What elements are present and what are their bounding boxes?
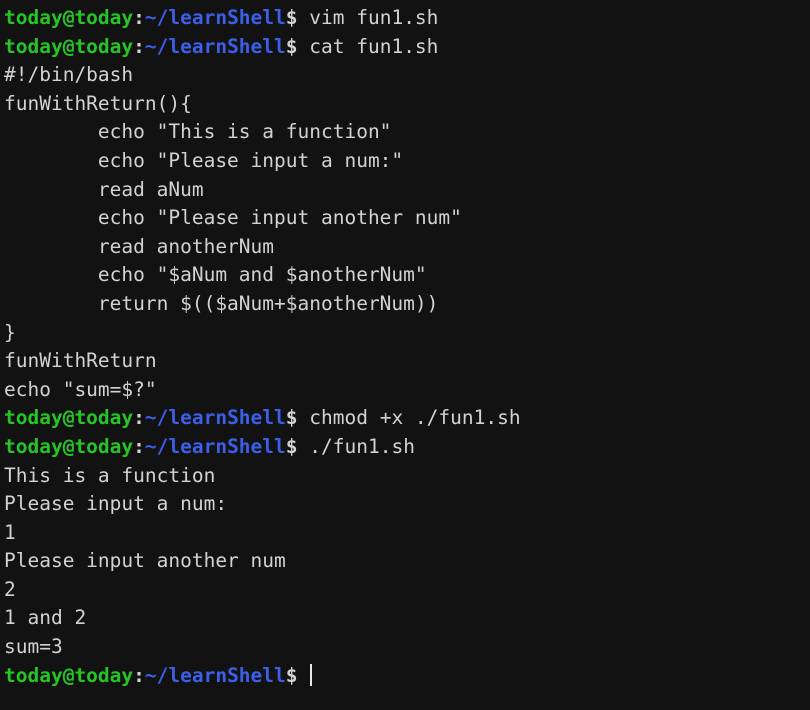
terminal-command-text: vim fun1.sh [297, 6, 439, 29]
prompt-sigil: $ [285, 6, 298, 29]
prompt-sigil: $ [285, 34, 298, 58]
terminal-prompt-line: today@today:~/learnShell$ cat fun1.sh [4, 33, 810, 62]
terminal-output-text: read anotherNum [4, 234, 275, 258]
terminal-output-line: echo "sum=$?" [4, 376, 810, 405]
terminal-output-line: 1 [4, 519, 810, 548]
prompt-user-host: today@today [4, 6, 134, 29]
terminal-prompt-line: today@today:~/learnShell$ [4, 662, 810, 691]
terminal-output-line: sum=3 [4, 633, 810, 662]
terminal-command-text: cat fun1.sh [297, 34, 439, 58]
terminal-cursor [310, 663, 313, 686]
terminal-output-line: echo "$aNum and $anotherNum" [4, 261, 810, 290]
prompt-separator: : [133, 406, 145, 430]
terminal-output-line: funWithReturn(){ [4, 90, 810, 119]
terminal-output-line: echo "Please input a num:" [4, 147, 810, 176]
terminal-output-line: echo "This is a function" [4, 118, 810, 147]
terminal-output-line: 2 [4, 576, 810, 605]
prompt-sigil: $ [285, 663, 298, 687]
terminal-output-text: sum=3 [4, 635, 63, 659]
prompt-sigil: $ [285, 434, 298, 458]
prompt-separator: : [133, 663, 145, 687]
terminal-output-text: funWithReturn(){ [4, 91, 192, 115]
terminal-output-line: } [4, 319, 810, 348]
terminal-output-text: #!/bin/bash [4, 63, 134, 87]
terminal-output-line: echo "Please input another num" [4, 204, 810, 233]
terminal-output-line: funWithReturn [4, 347, 810, 376]
prompt-path: ~/learnShell [144, 434, 286, 458]
prompt-path: ~/learnShell [144, 6, 286, 29]
terminal-output-text: Please input a num: [4, 492, 228, 516]
terminal-output-text: return $(($aNum+$anotherNum)) [4, 291, 439, 315]
terminal-output-line: Please input a num: [4, 490, 810, 519]
terminal-output-line: Please input another num [4, 547, 810, 576]
terminal-output-text: Please input another num [4, 549, 286, 573]
terminal-output-line: #!/bin/bash [4, 61, 810, 90]
prompt-user-host: today@today [4, 434, 134, 458]
terminal-prompt-line: today@today:~/learnShell$ vim fun1.sh [4, 4, 810, 33]
terminal-window[interactable]: today@today:~/learnShell$ vim fun1.sh tod… [0, 0, 810, 710]
terminal-output-line: read aNum [4, 176, 810, 205]
terminal-output-text: echo "Please input a num:" [4, 148, 404, 172]
prompt-path: ~/learnShell [144, 34, 286, 58]
terminal-output-text: 2 [4, 577, 16, 601]
prompt-user-host: today@today [4, 406, 134, 430]
terminal-output-line: 1 and 2 [4, 604, 810, 633]
terminal-command-text: chmod +x ./fun1.sh [297, 406, 521, 430]
terminal-output-text: } [4, 320, 16, 344]
terminal-prompt-line: today@today:~/learnShell$ ./fun1.sh [4, 433, 810, 462]
terminal-prompt-line: today@today:~/learnShell$ chmod +x ./fun… [4, 404, 810, 433]
terminal-output-text: echo "This is a function" [4, 120, 392, 144]
terminal-output-text: echo "Please input another num" [4, 206, 462, 230]
terminal-output-text: This is a function [4, 463, 216, 487]
terminal-output-text: echo "sum=$?" [4, 377, 157, 401]
prompt-separator: : [133, 34, 145, 58]
prompt-separator: : [133, 434, 145, 458]
terminal-output-text: echo "$aNum and $anotherNum" [4, 263, 427, 287]
prompt-separator: : [133, 6, 145, 29]
prompt-sigil: $ [285, 406, 298, 430]
prompt-user-host: today@today [4, 663, 134, 687]
prompt-path: ~/learnShell [144, 406, 286, 430]
terminal-command-text [298, 664, 310, 687]
prompt-path: ~/learnShell [144, 663, 286, 687]
terminal-command-text: ./fun1.sh [297, 434, 415, 458]
terminal-output-line: return $(($aNum+$anotherNum)) [4, 290, 810, 319]
terminal-output-text: 1 and 2 [4, 606, 87, 630]
terminal-output-line: This is a function [4, 462, 810, 491]
terminal-output-text: read aNum [4, 177, 204, 201]
terminal-output-text: funWithReturn [4, 349, 157, 373]
terminal-output-text: 1 [4, 520, 16, 544]
prompt-user-host: today@today [4, 34, 134, 58]
terminal-output-line: read anotherNum [4, 233, 810, 262]
